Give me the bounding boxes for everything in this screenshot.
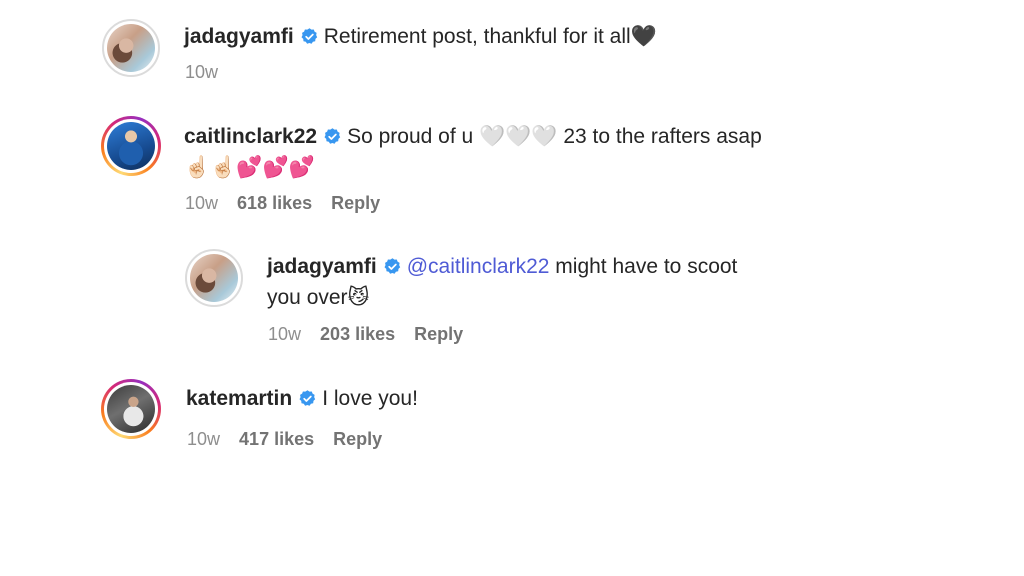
timestamp: 10w	[185, 193, 219, 213]
black-heart-icon: 🖤	[630, 24, 657, 48]
avatar-photo	[107, 24, 155, 72]
avatar-photo	[107, 385, 155, 433]
verified-badge-icon	[301, 28, 317, 44]
avatar[interactable]	[101, 116, 161, 176]
likes-count[interactable]: 417 likes	[239, 429, 314, 449]
comment-meta: 10w	[185, 62, 232, 83]
verified-badge-icon	[324, 128, 341, 144]
comment-text: Retirement post, thankful for it all	[323, 25, 631, 48]
comment-meta: 10w 417 likes Reply	[187, 429, 396, 450]
comment-text-line2: you over	[267, 286, 348, 309]
avatar-ring	[104, 119, 158, 173]
likes-count[interactable]: 203 likes	[320, 324, 395, 344]
username[interactable]: jadagyamfi	[267, 255, 377, 278]
verified-badge-icon	[384, 258, 400, 274]
username[interactable]: caitlinclark22	[184, 125, 317, 148]
comment-text: I love you!	[322, 387, 418, 410]
avatar-ring	[104, 382, 158, 436]
pouting-cat-icon: 😼	[347, 285, 370, 309]
comment-text-after: 23 to the rafters asap	[563, 125, 762, 148]
comment-meta: 10w 618 likes Reply	[185, 193, 394, 214]
timestamp: 10w	[185, 62, 219, 82]
likes-count[interactable]: 618 likes	[237, 193, 312, 213]
avatar-photo	[107, 122, 155, 170]
reply-button[interactable]: Reply	[414, 324, 463, 344]
comment-meta: 10w 203 likes Reply	[268, 324, 477, 345]
reply-button[interactable]: Reply	[331, 193, 380, 213]
username[interactable]: jadagyamfi	[184, 25, 294, 48]
mention-link[interactable]: @caitlinclark22	[407, 255, 550, 278]
emoji-line: ☝🏻☝🏻💕💕💕	[184, 155, 315, 179]
avatar[interactable]	[102, 19, 160, 77]
avatar[interactable]	[101, 379, 161, 439]
avatar[interactable]	[185, 249, 243, 307]
comment-text: So proud of u	[347, 125, 474, 148]
reply-button[interactable]: Reply	[333, 429, 382, 449]
avatar-photo	[190, 254, 238, 302]
timestamp: 10w	[268, 324, 302, 344]
verified-badge-icon	[299, 390, 316, 406]
username[interactable]: katemartin	[186, 387, 292, 410]
comment-text: might have to scoot	[555, 255, 738, 278]
comment-body: jadagyamfi @caitlinclark22 might have to …	[267, 252, 787, 313]
comment-body: jadagyamfi Retirement post, thankful for …	[184, 21, 657, 52]
comment-body: caitlinclark22 So proud of u 🤍🤍🤍 23 to th…	[184, 121, 804, 182]
white-heart-icon: 🤍🤍🤍	[479, 124, 558, 148]
comment-body: katemartin I love you!	[186, 384, 418, 414]
timestamp: 10w	[187, 429, 221, 449]
